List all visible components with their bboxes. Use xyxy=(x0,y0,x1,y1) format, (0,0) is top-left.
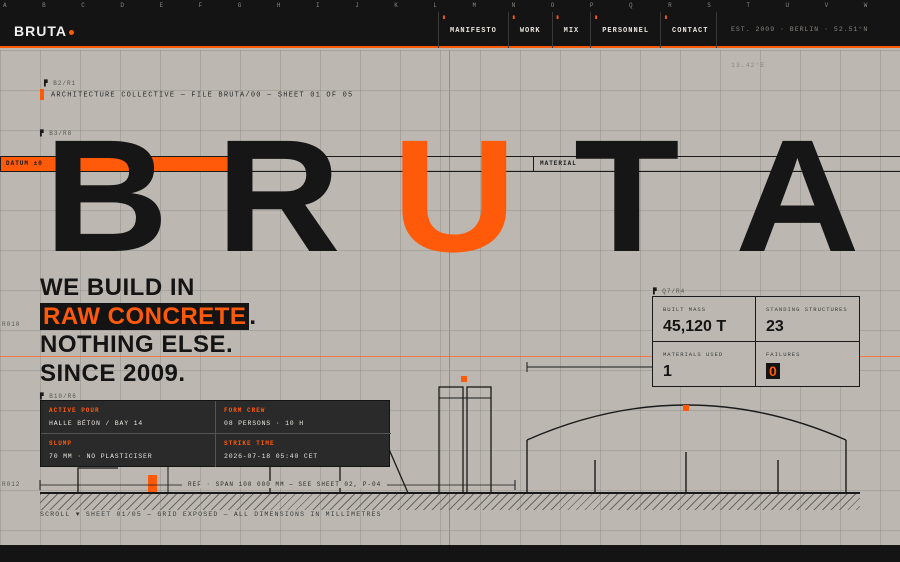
scroll-hint[interactable]: SCROLL ▼ SHEET 01/05 — GRID EXPOSED — AL… xyxy=(40,511,382,518)
ground-hatch xyxy=(40,494,860,510)
pour-label: FORM CREW xyxy=(224,407,266,414)
stats-panel: BUILT MASS 45,120 T STANDING STRUCTURES … xyxy=(652,296,860,387)
stat-failures: FAILURES 0 xyxy=(756,342,859,387)
pour-cell: FORM CREW 08 PERSONS · 10 H xyxy=(216,401,391,434)
pour-value: 08 PERSONS · 10 H xyxy=(224,420,304,427)
stat-materials: MATERIALS USED 1 xyxy=(653,342,756,387)
pour-cell: ACTIVE POUR HALLE BÉTON / BAY 14 xyxy=(41,401,216,434)
tower-marker xyxy=(461,376,467,382)
tower-left xyxy=(438,386,464,494)
pour-label: STRIKE TIME xyxy=(224,440,275,447)
tower-right xyxy=(466,386,492,494)
footer-bar xyxy=(0,545,900,562)
stat-value: 23 xyxy=(766,318,784,335)
pour-cell: SLUMP 70 MM · NO PLASTICISER xyxy=(41,434,216,467)
pour-status-panel: ACTIVE POUR HALLE BÉTON / BAY 14 FORM CR… xyxy=(40,400,391,467)
low-structure xyxy=(77,467,118,493)
stat-standing: STANDING STRUCTURES 23 xyxy=(756,297,859,342)
pour-marker xyxy=(148,475,157,493)
stat-built-mass: BUILT MASS 45,120 T xyxy=(653,297,756,342)
stat-label: BUILT MASS xyxy=(663,306,707,313)
pour-value: 2026-07-18 05:40 CET xyxy=(224,453,319,460)
stat-label: FAILURES xyxy=(766,351,801,358)
vault-marker xyxy=(683,405,689,411)
stat-label: MATERIALS USED xyxy=(663,351,724,358)
stat-value: 0 xyxy=(766,363,780,379)
elevation-drawing xyxy=(39,362,847,494)
stat-value: 1 xyxy=(663,363,672,380)
pour-value: 70 MM · NO PLASTICISER xyxy=(49,453,153,460)
span-label: REF · SPAN 100 000 MM — SEE SHEET 02, P-… xyxy=(182,481,388,488)
stat-label: STANDING STRUCTURES xyxy=(766,306,848,313)
pour-value: HALLE BÉTON / BAY 14 xyxy=(49,420,144,427)
pour-cell: STRIKE TIME 2026-07-18 05:40 CET xyxy=(216,434,391,467)
stat-value: 45,120 T xyxy=(663,318,727,335)
pour-label: SLUMP xyxy=(49,440,73,447)
pour-label: ACTIVE POUR xyxy=(49,407,100,414)
